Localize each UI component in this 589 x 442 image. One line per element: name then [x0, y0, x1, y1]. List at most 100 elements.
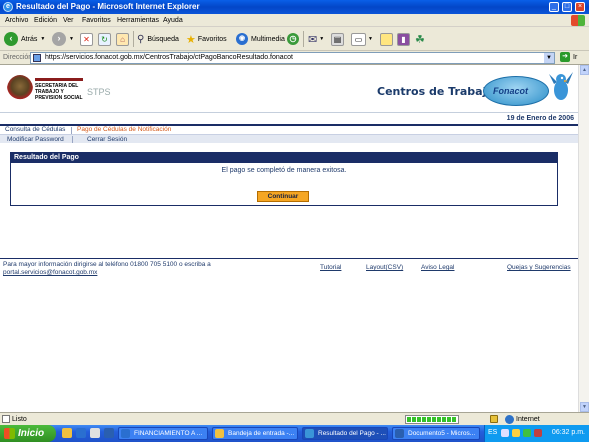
stps-logo-text: SECRETARIA DEL TRABAJO Y PREVISION SOCIA… [35, 83, 83, 101]
vertical-scrollbar[interactable]: ▲ ▼ [578, 65, 589, 412]
quicklaunch-desktop-icon[interactable] [90, 428, 100, 438]
security-zone: Internet [516, 416, 540, 423]
page-icon [33, 54, 41, 62]
menu-favoritos[interactable]: Favoritos [82, 17, 111, 24]
windows-flag-icon [4, 428, 15, 439]
word-icon [395, 429, 404, 438]
task-financiamiento[interactable]: FINANCIAMIENTO A ... [118, 427, 208, 440]
toolbar-divider [133, 31, 134, 47]
tray-alert-icon[interactable] [512, 429, 520, 437]
menu-ayuda[interactable]: Ayuda [163, 17, 183, 24]
page-footer: Para mayor información dirigirse al telé… [0, 258, 578, 278]
top-navigation: Consulta de Cédulas Pago de Cédulas de N… [0, 124, 578, 143]
contact-text: Para mayor información dirigirse al telé… [3, 261, 211, 268]
discuss-button[interactable] [380, 31, 393, 47]
quejas-sugerencias-link[interactable]: Quejas y Sugerencias [507, 264, 571, 271]
nav-pago-cedulas[interactable]: Pago de Cédulas de Notificación [77, 126, 171, 133]
forward-button[interactable]: › ▼ [52, 31, 74, 47]
media-label: Multimedia [251, 35, 285, 43]
refresh-button[interactable]: ↻ [98, 31, 111, 47]
contact-email-link[interactable]: portal.servicios@fonacot.gob.mx [3, 269, 211, 277]
lock-icon[interactable] [490, 415, 498, 423]
refresh-icon: ↻ [98, 32, 111, 46]
address-dropdown-icon[interactable]: ▼ [544, 53, 554, 63]
windows-taskbar: Inicio FINANCIAMIENTO A ... Bandeja de e… [0, 425, 589, 442]
task-resultado-pago[interactable]: Resultado del Pago - ... [302, 427, 388, 440]
page-title: Centros de Trabajo [377, 85, 494, 98]
fonacot-brand: Fonacot [493, 86, 528, 96]
search-icon: ⚲ [137, 33, 145, 45]
messenger-button[interactable]: ☘ [415, 31, 425, 47]
close-button[interactable]: × [575, 2, 585, 12]
windows-logo-icon [571, 15, 585, 26]
nav-second-row: Modificar Password Cerrar Sesión [0, 134, 578, 143]
menu-bar: Archivo Edición Ver Favoritos Herramient… [0, 14, 589, 27]
menu-herramientas[interactable]: Herramientas [117, 17, 159, 24]
search-button[interactable]: ⚲ Búsqueda [137, 31, 179, 47]
address-url[interactable]: https://servicios.fonacot.gob.mx/Centros… [45, 54, 293, 61]
messenger-icon: ☘ [415, 33, 425, 46]
chevron-down-icon[interactable]: ▼ [368, 36, 373, 42]
forward-arrow-icon: › [52, 32, 66, 46]
media-button[interactable]: ◉ Multimedia [236, 31, 285, 47]
task-documento5[interactable]: Documento5 - Micros... [392, 427, 480, 440]
logo-bar [35, 78, 83, 81]
nav-cerrar-sesion[interactable]: Cerrar Sesión [87, 136, 127, 143]
research-book-icon: ▮ [397, 32, 410, 46]
stps-abbr: STPS [87, 87, 111, 97]
word-icon [121, 429, 130, 438]
nav-consulta-cedulas[interactable]: Consulta de Cédulas [5, 126, 65, 133]
window-title-bar[interactable]: e Resultado del Pago - Microsoft Interne… [0, 0, 589, 14]
favorites-button[interactable]: ★ Favoritos [186, 31, 227, 47]
system-clock: 06:32 p.m. [551, 429, 585, 436]
minimize-button[interactable]: _ [549, 2, 559, 12]
panel-header: Resultado del Pago [11, 153, 557, 163]
layout-csv-link[interactable]: Layout(CSV) [366, 264, 403, 271]
language-indicator[interactable]: ES [488, 429, 497, 436]
back-button[interactable]: ‹ Atrás ▼ [4, 31, 45, 47]
favorites-label: Favoritos [197, 35, 227, 43]
success-message: El pago se completó de manera exitosa. [221, 167, 347, 174]
quicklaunch-ie-icon[interactable] [76, 428, 86, 438]
start-button[interactable]: Inicio [0, 425, 56, 442]
mail-button[interactable]: ✉ ▼ [308, 31, 324, 47]
internet-explorer-icon [305, 429, 314, 438]
tutorial-link[interactable]: Tutorial [320, 264, 341, 271]
task-bandeja-entrada[interactable]: Bandeja de entrada -... [212, 427, 298, 440]
tray-antivirus-icon[interactable] [534, 429, 542, 437]
menu-edicion[interactable]: Edición [34, 17, 57, 24]
edit-icon: ▭ [351, 32, 366, 46]
tray-messenger-icon[interactable] [523, 429, 531, 437]
internet-explorer-icon: e [3, 2, 13, 12]
media-globe-icon: ◉ [236, 33, 248, 45]
history-button[interactable]: ◷ [287, 31, 299, 47]
scroll-down-icon[interactable]: ▼ [580, 402, 589, 412]
go-arrow-icon[interactable]: ➜ [560, 52, 570, 62]
menu-ver[interactable]: Ver [63, 17, 74, 24]
nav-modificar-password[interactable]: Modificar Password [7, 136, 64, 143]
tray-network-icon[interactable] [501, 429, 509, 437]
maximize-button[interactable]: □ [562, 2, 572, 12]
chevron-down-icon[interactable]: ▼ [40, 36, 45, 42]
continue-button[interactable]: Continuar [257, 191, 309, 202]
page-content: SECRETARIA DEL TRABAJO Y PREVISION SOCIA… [0, 65, 578, 412]
stop-button[interactable]: ✕ [80, 31, 93, 47]
print-button[interactable]: ▤ [331, 31, 344, 47]
quicklaunch-outlook-icon[interactable] [62, 428, 72, 438]
chevron-down-icon[interactable]: ▼ [319, 36, 324, 42]
research-button[interactable]: ▮ [397, 31, 410, 47]
aviso-legal-link[interactable]: Aviso Legal [421, 264, 455, 271]
go-button[interactable]: Ir [573, 54, 577, 61]
quicklaunch-word-icon[interactable] [104, 428, 114, 438]
home-button[interactable]: ⌂ [116, 31, 129, 47]
edit-button[interactable]: ▭ ▼ [351, 31, 373, 47]
page-status-icon [2, 415, 10, 423]
toolbar-divider [303, 31, 304, 47]
menu-archivo[interactable]: Archivo [5, 17, 28, 24]
chevron-down-icon[interactable]: ▼ [69, 36, 74, 42]
system-tray: ES 06:32 p.m. [484, 425, 589, 442]
scroll-up-icon[interactable]: ▲ [580, 65, 589, 75]
outlook-icon [215, 429, 224, 438]
window-title: Resultado del Pago - Microsoft Internet … [16, 2, 200, 11]
address-input[interactable]: https://servicios.fonacot.gob.mx/Centros… [30, 52, 555, 64]
